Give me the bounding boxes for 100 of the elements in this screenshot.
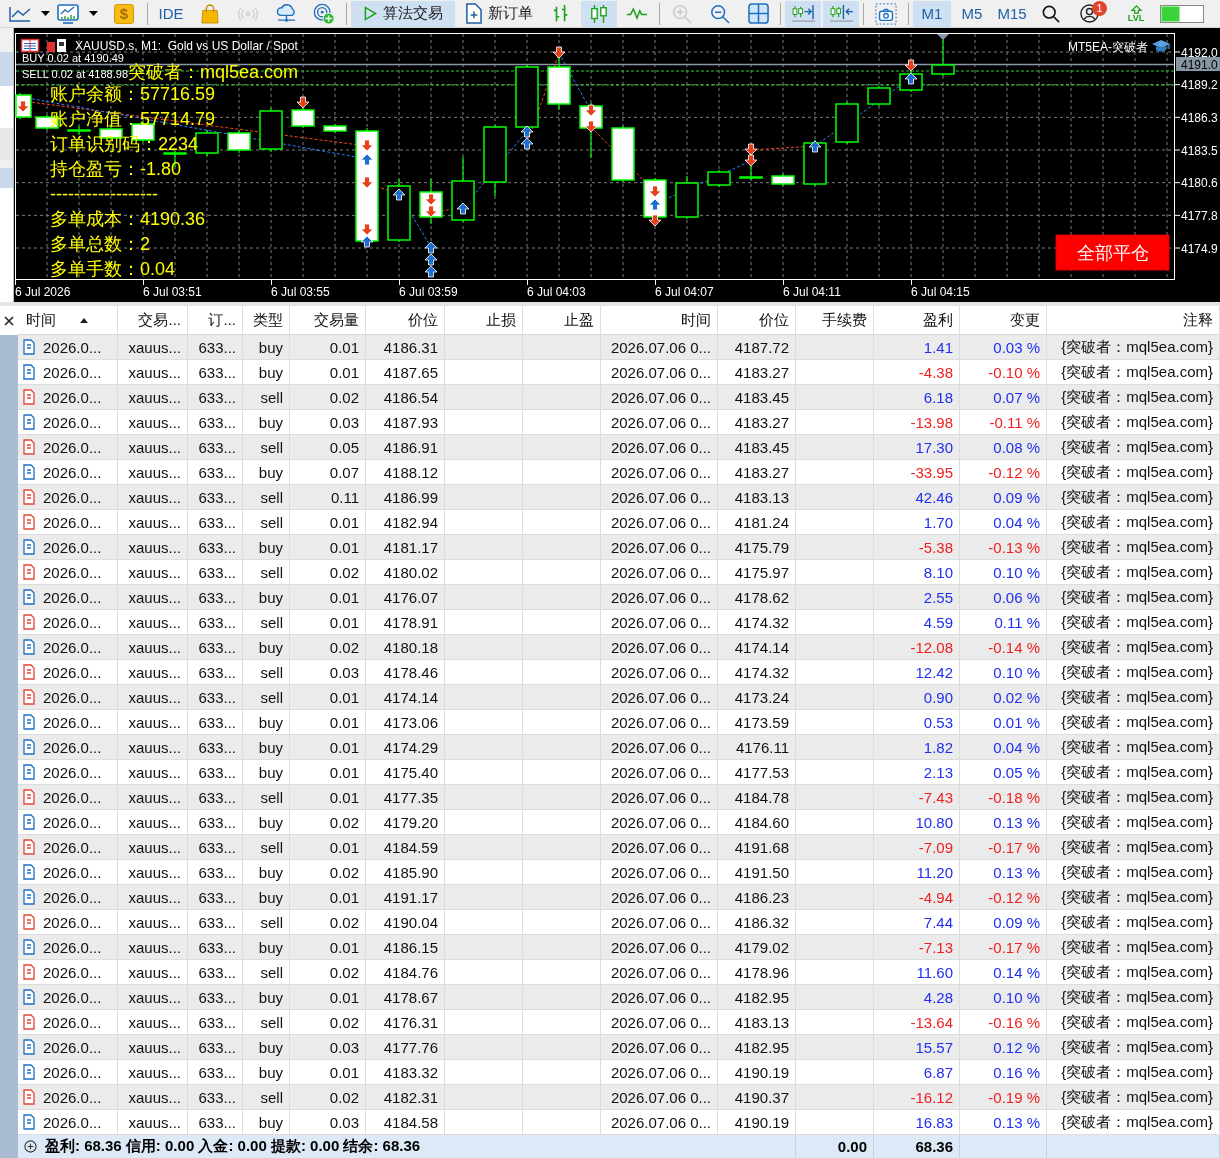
table-cell: xauus... bbox=[118, 910, 188, 934]
table-cell: {突破者：mql5ea.com} bbox=[1047, 335, 1220, 359]
column-header[interactable]: 价位 bbox=[718, 306, 796, 334]
toolbar-button[interactable]: M5 bbox=[953, 0, 991, 27]
table-cell: 633... bbox=[188, 685, 243, 709]
table-cell: 2026.07.06 0... bbox=[601, 1035, 718, 1059]
column-header[interactable]: 止盈 bbox=[523, 306, 601, 334]
table-cell: 4183.27 bbox=[718, 460, 796, 484]
table-cell: 2026.07.06 0... bbox=[601, 660, 718, 684]
table-cell: 4174.29 bbox=[366, 735, 445, 759]
table-cell: 4186.15 bbox=[366, 935, 445, 959]
table-cell: 4175.40 bbox=[366, 760, 445, 784]
table-cell: 4182.31 bbox=[366, 1085, 445, 1109]
toolbar-button[interactable]: 算法交易 bbox=[351, 0, 455, 27]
table-cell: 2026.0... bbox=[43, 613, 102, 631]
column-header[interactable]: 手续费 bbox=[796, 306, 874, 334]
table-cell: xauus... bbox=[118, 535, 188, 559]
chart-monitor-icon bbox=[57, 3, 79, 24]
column-header[interactable]: 时间 bbox=[18, 306, 118, 334]
column-header[interactable]: 交易... bbox=[118, 306, 188, 334]
table-cell: 4173.06 bbox=[366, 710, 445, 734]
table-cell: 2026.0... bbox=[43, 888, 102, 906]
table-cell: 4183.45 bbox=[718, 435, 796, 459]
table-cell: 0.02 bbox=[290, 860, 366, 884]
column-header[interactable]: 类型 bbox=[243, 306, 290, 334]
table-cell: -0.12 % bbox=[960, 460, 1047, 484]
column-header[interactable]: 变更 bbox=[960, 306, 1047, 334]
table-cell: {突破者：mql5ea.com} bbox=[1047, 710, 1220, 734]
table-cell: 633... bbox=[188, 785, 243, 809]
table-cell: 2026.07.06 0... bbox=[601, 885, 718, 909]
down-arrow-icon bbox=[16, 100, 30, 113]
table-cell: {突破者：mql5ea.com} bbox=[1047, 560, 1220, 584]
toolbar-button[interactable]: M1 bbox=[913, 0, 951, 27]
table-cell: 2026.07.06 0... bbox=[601, 985, 718, 1009]
column-header[interactable]: 价位 bbox=[366, 306, 445, 334]
column-header[interactable]: 交易量 bbox=[290, 306, 366, 334]
table-cell: 0.10 % bbox=[960, 660, 1047, 684]
table-cell: 633... bbox=[188, 435, 243, 459]
table-cell: 4177.53 bbox=[718, 760, 796, 784]
table-cell: {突破者：mql5ea.com} bbox=[1047, 410, 1220, 434]
position-label: SELL 0.02 at 4188.98 bbox=[22, 68, 128, 80]
price-label: 4189.2 bbox=[1181, 78, 1218, 93]
table-cell: 633... bbox=[188, 735, 243, 759]
time-label: 6 Jul 04:11 bbox=[783, 285, 841, 299]
down-arrow-icon bbox=[744, 143, 758, 156]
candle bbox=[515, 64, 539, 130]
close-all-button[interactable]: 全部平仓 bbox=[1055, 234, 1170, 271]
plus-circle-icon[interactable] bbox=[24, 1140, 37, 1153]
table-cell: 2026.0... bbox=[43, 738, 102, 756]
notification-badge: 1 bbox=[1092, 0, 1107, 16]
toolbar-button[interactable]: IDE bbox=[152, 0, 190, 27]
table-cell: xauus... bbox=[118, 510, 188, 534]
account-stat: 账户净值：57714.79 bbox=[50, 109, 216, 129]
table-cell: xauus... bbox=[118, 460, 188, 484]
table-cell: 4186.23 bbox=[718, 885, 796, 909]
down-arrow-icon bbox=[296, 96, 310, 109]
time-label: 6 Jul 03:59 bbox=[399, 285, 458, 299]
table-cell: -0.12 % bbox=[960, 885, 1047, 909]
column-header[interactable]: 订... bbox=[188, 306, 243, 334]
table-cell: xauus... bbox=[118, 1010, 188, 1034]
table-cell: buy bbox=[243, 860, 290, 884]
search-icon bbox=[1042, 4, 1060, 23]
table-cell: 633... bbox=[188, 410, 243, 434]
table-cell: xauus... bbox=[118, 560, 188, 584]
column-header[interactable]: 止损 bbox=[445, 306, 523, 334]
table-cell: xauus... bbox=[118, 385, 188, 409]
table-cell: 2026.0... bbox=[43, 338, 102, 356]
time-label: 6 Jul 04:15 bbox=[911, 285, 970, 299]
column-header[interactable]: 盈利 bbox=[874, 306, 960, 334]
table-cell: 2026.07.06 0... bbox=[601, 635, 718, 659]
chart-title: XAUUSD.s, M1: Gold vs US Dollar / Spot bbox=[75, 39, 298, 53]
candlestick-icon bbox=[590, 3, 608, 24]
table-cell: 0.03 bbox=[290, 1110, 366, 1134]
table-cell: 0.08 % bbox=[960, 435, 1047, 459]
table-cell: 0.07 bbox=[290, 460, 366, 484]
toolbar-button[interactable]: 新订单 bbox=[457, 0, 541, 27]
table-cell: 4174.32 bbox=[718, 660, 796, 684]
toolbar-button[interactable]: 1 bbox=[1071, 0, 1107, 27]
table-cell: sell bbox=[243, 1010, 290, 1034]
table-cell: 0.02 bbox=[290, 960, 366, 984]
table-cell: 2026.0... bbox=[43, 363, 102, 381]
table-cell: 633... bbox=[188, 860, 243, 884]
column-header[interactable]: 时间 bbox=[601, 306, 718, 334]
price-label: 4177.8 bbox=[1181, 208, 1218, 223]
table-cell: 4182.95 bbox=[718, 1035, 796, 1059]
table-cell: 0.01 bbox=[290, 535, 366, 559]
table-cell: xauus... bbox=[118, 860, 188, 884]
down-arrow-icon bbox=[360, 176, 374, 189]
table-cell: 4174.32 bbox=[718, 610, 796, 634]
table-cell: 2026.0... bbox=[43, 638, 102, 656]
candle bbox=[675, 175, 699, 220]
table-cell: 633... bbox=[188, 560, 243, 584]
candle bbox=[931, 37, 955, 77]
table-cell: 2026.0... bbox=[43, 988, 102, 1006]
close-icon[interactable] bbox=[4, 315, 14, 326]
table-cell: 2026.0... bbox=[43, 763, 102, 781]
table-cell: 0.02 bbox=[290, 1010, 366, 1034]
toolbar-button[interactable]: M15 bbox=[993, 0, 1031, 27]
column-header[interactable]: 注释 bbox=[1047, 306, 1220, 334]
time-label: 6 Jul 2026 bbox=[15, 285, 71, 299]
